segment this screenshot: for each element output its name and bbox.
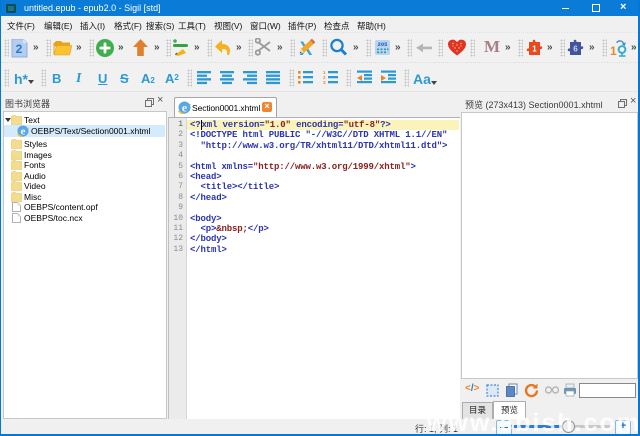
svg-text:205: 205	[378, 41, 389, 48]
svg-text:1: 1	[610, 44, 617, 58]
svg-text:1: 1	[532, 45, 537, 54]
svg-text:3: 3	[323, 80, 326, 85]
svg-text:e: e	[182, 101, 188, 114]
svg-text:2: 2	[16, 42, 23, 56]
svg-text:e: e	[21, 126, 26, 138]
svg-text:6: 6	[573, 45, 578, 54]
